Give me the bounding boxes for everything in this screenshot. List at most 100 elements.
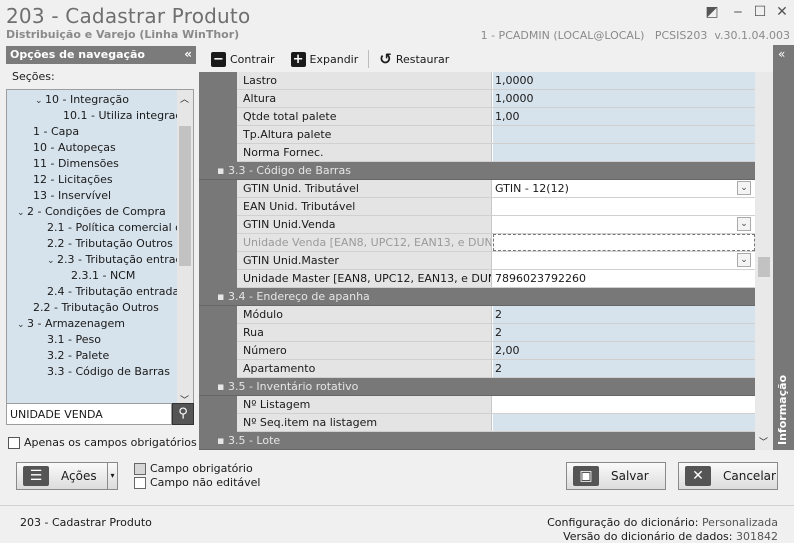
field-value[interactable]: 2 (493, 324, 755, 341)
legend-noneditable: Campo não editável (134, 476, 260, 489)
only-required-checkbox[interactable]: Apenas os campos obrigatórios (8, 436, 197, 449)
row-gutter (199, 270, 237, 288)
section-search-input[interactable] (6, 403, 172, 425)
chevron-down-icon[interactable]: ⌄ (35, 93, 45, 109)
field-select[interactable]: ⌄ (493, 216, 755, 233)
field-select[interactable]: ⌄ (493, 252, 755, 269)
field-value[interactable]: 7896023792260 (493, 270, 755, 287)
collapse-section-icon[interactable]: ▪ (217, 290, 228, 303)
tree-item[interactable]: 2.3.1 - NCM (71, 268, 135, 284)
status-form-name: 203 - Cadastrar Produto (20, 516, 152, 529)
collapse-section-icon[interactable]: ▪ (217, 380, 228, 393)
window-title: 203 - Cadastrar Produto (6, 4, 251, 28)
grid-section-header[interactable]: ▪ 3.4 - Endereço de apanha (199, 288, 755, 306)
grid-vertical-scrollbar[interactable]: ﹀ (755, 72, 773, 450)
information-tab[interactable]: « Informação (773, 45, 794, 450)
section-title: 3.5 - Inventário rotativo (227, 380, 359, 393)
chevron-down-icon[interactable]: ▾ (107, 463, 117, 489)
minimize-button[interactable]: ‒ (728, 3, 748, 21)
collapse-section-icon[interactable]: ▪ (217, 164, 228, 177)
dict-config-label: Configuração do dicionário: (547, 516, 699, 529)
tree-item[interactable]: 11 - Dimensões (33, 156, 119, 172)
field-value[interactable]: 2 (493, 360, 755, 377)
toolbar-divider (368, 50, 370, 68)
tree-scroll-thumb[interactable] (179, 126, 191, 266)
grid-row: Tp.Altura palete (199, 126, 755, 144)
grid-row: Rua 2 (199, 324, 755, 342)
tree-item[interactable]: ⌄ 10 - Integração (35, 92, 129, 108)
scroll-up-icon[interactable]: ︿ (180, 92, 189, 105)
tree-item-label: 11 - Dimensões (33, 157, 119, 170)
tree-item[interactable]: 10 - Autopeças (33, 140, 116, 156)
tree-item[interactable]: 2.2 - Tributação Outros (33, 300, 159, 316)
field-value[interactable] (493, 396, 755, 413)
tree-item[interactable]: 1 - Capa (33, 124, 79, 140)
collapse-button[interactable]: − Contrair (205, 51, 281, 67)
field-select[interactable]: GTIN - 12(12) ⌄ (493, 180, 755, 197)
field-value[interactable]: 2,00 (493, 342, 755, 359)
cancel-button[interactable]: ✕ Cancelar (678, 462, 778, 490)
field-value-text: 7896023792260 (495, 272, 586, 285)
tree-item[interactable]: ⌄ 3 - Armazenagem (17, 316, 125, 332)
chevron-down-icon[interactable]: ⌄ (737, 217, 751, 231)
collapse-nav-icon[interactable]: « (184, 47, 192, 61)
collapse-section-icon[interactable]: ▪ (217, 434, 228, 447)
expand-button[interactable]: + Expandir (285, 51, 365, 67)
close-button[interactable]: ✕ (772, 3, 792, 21)
chevron-down-icon[interactable]: ⌄ (47, 253, 57, 269)
tree-item[interactable]: 10.1 - Utiliza integraçã (63, 108, 177, 124)
field-value[interactable]: 1,0000 (493, 72, 755, 89)
edit-window-icon[interactable]: ◩ (702, 3, 722, 21)
row-gutter (199, 108, 237, 126)
field-value[interactable] (493, 198, 755, 215)
tree-item[interactable]: 2.1 - Política comercial com (47, 220, 177, 236)
tree-item[interactable]: 12 - Licitações (33, 172, 113, 188)
tree-item-label: 2 - Condições de Compra (27, 205, 166, 218)
tree-item-label: 3.2 - Palete (47, 349, 110, 362)
row-gutter (199, 72, 237, 90)
chevron-down-icon[interactable]: ⌄ (737, 253, 751, 267)
chevron-down-icon[interactable]: ⌄ (737, 181, 751, 195)
tree-item[interactable]: 3.3 - Código de Barras (47, 364, 170, 380)
row-gutter (199, 90, 237, 108)
field-value[interactable]: 1,00 (493, 108, 755, 125)
grid-section-header[interactable]: ▪ 3.3 - Código de Barras (199, 162, 755, 180)
tree-item[interactable]: ⌄ 2 - Condições de Compra (17, 204, 166, 220)
scroll-down-icon[interactable]: ﹀ (759, 435, 768, 448)
field-label: Tp.Altura palete (237, 126, 492, 143)
field-value[interactable] (493, 126, 755, 143)
field-value[interactable]: 1,0000 (493, 90, 755, 107)
grid-row: Módulo 2 (199, 306, 755, 324)
tree-item-label: 2.3 - Tributação entrada (57, 253, 177, 266)
tree-item[interactable]: 3.1 - Peso (47, 332, 101, 348)
chevron-down-icon[interactable]: ⌄ (17, 317, 27, 333)
field-label: Lastro (237, 72, 492, 89)
tree-item-label: 2.2 - Tributação Outros (47, 237, 173, 250)
tree-item[interactable]: ⌄ 2.3 - Tributação entrada (47, 252, 177, 268)
collapse-info-icon[interactable]: « (778, 47, 785, 61)
checkbox-box[interactable] (8, 436, 20, 449)
chevron-down-icon[interactable]: ⌄ (17, 205, 27, 221)
field-value[interactable]: 2 (493, 306, 755, 323)
row-gutter (199, 234, 237, 252)
maximize-button[interactable]: ☐ (750, 3, 770, 21)
save-button[interactable]: ▣ Salvar (566, 462, 666, 490)
grid-scroll-thumb[interactable] (758, 257, 770, 277)
section-label: ▪ 3.5 - Inventário rotativo (217, 378, 358, 396)
actions-button[interactable]: ☰ Ações ▾ (16, 462, 118, 490)
field-value[interactable] (493, 414, 755, 431)
tree-item[interactable]: 3.2 - Palete (47, 348, 109, 364)
field-value[interactable] (493, 234, 755, 251)
search-button[interactable]: ⚲ (172, 403, 194, 425)
restore-button[interactable]: ↺ Restaurar (373, 50, 455, 68)
field-value-text: 1,0000 (495, 74, 534, 87)
close-icon: ✕ (685, 466, 711, 486)
grid-section-header[interactable]: ▪ 3.5 - Inventário rotativo (199, 378, 755, 396)
tree-item[interactable]: 2.2 - Tributação Outros (47, 236, 173, 252)
tree-vertical-scrollbar[interactable]: ︿ ﹀ (177, 90, 193, 408)
row-gutter (199, 360, 237, 378)
field-value[interactable] (493, 144, 755, 161)
tree-item[interactable]: 2.4 - Tributação entrada In (47, 284, 177, 300)
tree-item[interactable]: 13 - Inservível (33, 188, 111, 204)
grid-section-header[interactable]: ▪ 3.5 - Lote (199, 432, 755, 450)
